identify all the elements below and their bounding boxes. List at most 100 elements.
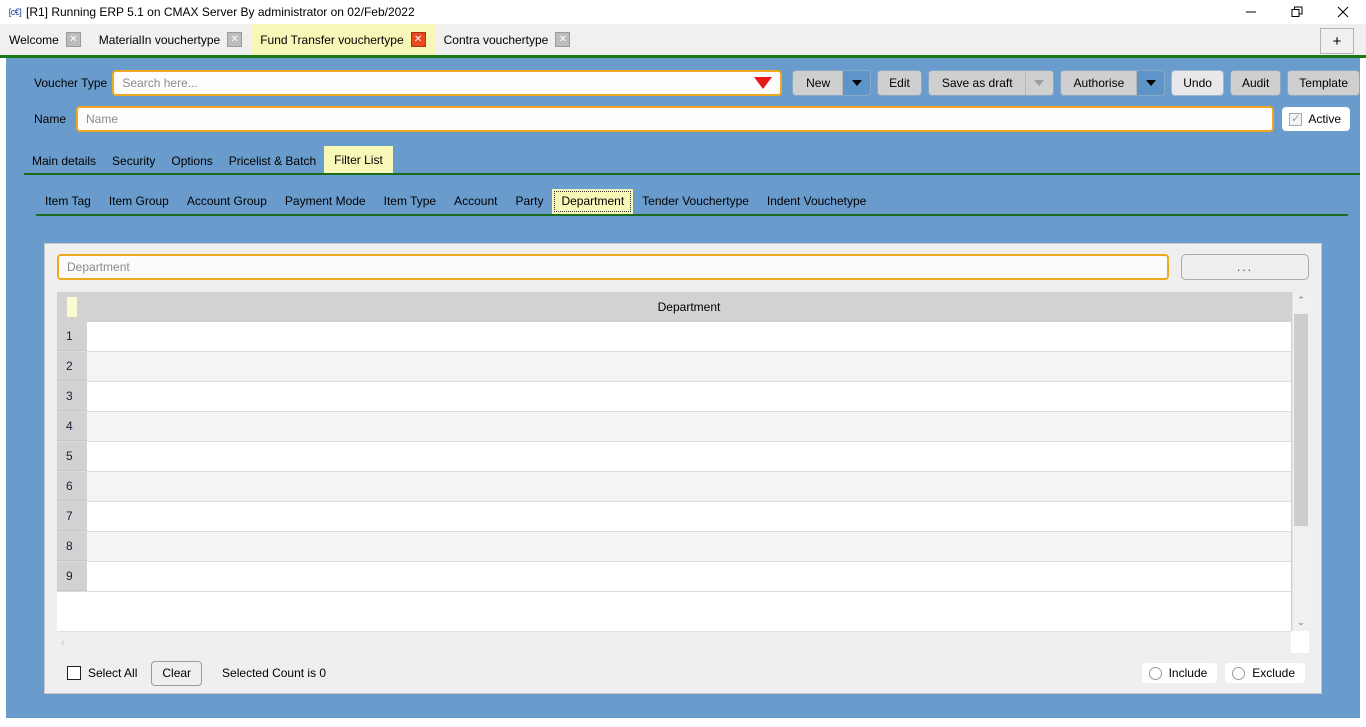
checkbox-check-icon: ✓ — [1289, 112, 1303, 126]
row-cell-department[interactable] — [87, 352, 1291, 381]
audit-button[interactable]: Audit — [1229, 70, 1282, 96]
exclude-label: Exclude — [1252, 666, 1295, 680]
table-row[interactable]: 6 — [57, 472, 1291, 502]
grid-vertical-scrollbar[interactable]: ⌃ ⌄ — [1292, 292, 1309, 631]
row-number: 2 — [57, 352, 87, 381]
tab-filter-list[interactable]: Filter List — [324, 146, 393, 173]
row-cell-department[interactable] — [87, 502, 1291, 531]
tab-close-icon[interactable]: ✕ — [555, 32, 571, 47]
tab-party[interactable]: Party — [506, 189, 552, 214]
tab-item-tag[interactable]: Item Tag — [36, 189, 100, 214]
radio-icon[interactable] — [1232, 666, 1246, 680]
row-cell-department[interactable] — [87, 472, 1291, 501]
row-number: 9 — [57, 562, 87, 591]
save-as-draft-dropdown-icon[interactable] — [1024, 71, 1053, 95]
name-placeholder: Name — [86, 112, 119, 126]
filter-subtabs: Item Tag Item Group Account Group Paymen… — [36, 189, 1348, 216]
scroll-down-icon[interactable]: ⌄ — [1293, 614, 1309, 631]
table-row[interactable]: 1 — [57, 322, 1291, 352]
table-row[interactable]: 5 — [57, 442, 1291, 472]
browse-button[interactable]: ... — [1181, 254, 1309, 280]
tab-main-details[interactable]: Main details — [24, 148, 104, 173]
active-checkbox[interactable]: ✓ Active — [1282, 107, 1350, 131]
template-button[interactable]: Template — [1287, 70, 1360, 96]
tab-options[interactable]: Options — [163, 148, 220, 173]
tab-close-icon[interactable]: ✕ — [410, 32, 426, 47]
row-number: 8 — [57, 532, 87, 561]
grid-column-header-department[interactable]: Department — [87, 300, 1291, 314]
select-all-checkbox[interactable]: Select All — [67, 666, 137, 680]
panel-footer: Select All Clear Selected Count is 0 Inc… — [45, 653, 1321, 693]
exclude-radio[interactable]: Exclude — [1225, 663, 1305, 683]
name-row: Name Name ✓ Active — [6, 96, 1360, 132]
tab-fund-transfer-vouchertype[interactable]: Fund Transfer vouchertype ✕ — [251, 24, 435, 55]
scrollbar-thumb[interactable] — [1294, 314, 1308, 526]
row-number: 3 — [57, 382, 87, 411]
window-title: [R1] Running ERP 5.1 on CMAX Server By a… — [26, 5, 415, 19]
row-cell-department[interactable] — [87, 322, 1291, 351]
tab-security[interactable]: Security — [104, 148, 163, 173]
minimize-icon[interactable] — [1228, 0, 1274, 24]
row-cell-department[interactable] — [87, 382, 1291, 411]
voucher-type-search-input[interactable]: Search here... — [112, 70, 783, 96]
row-cell-department[interactable] — [87, 532, 1291, 561]
edit-button[interactable]: Edit — [877, 70, 922, 96]
tab-pricelist-and-batch[interactable]: Pricelist & Batch — [221, 148, 324, 173]
tab-tender-vouchertype[interactable]: Tender Vouchertype — [633, 189, 758, 214]
window-titlebar: [c€] [R1] Running ERP 5.1 on CMAX Server… — [0, 0, 1366, 24]
row-cell-department[interactable] — [87, 412, 1291, 441]
table-row[interactable]: 2 — [57, 352, 1291, 382]
save-as-draft-label: Save as draft — [941, 76, 1013, 90]
department-filter-panel: Department ... Department 1 2 3 4 5 6 7 … — [44, 243, 1322, 694]
department-filter-input[interactable]: Department — [57, 254, 1169, 280]
tab-label: Fund Transfer vouchertype — [260, 32, 404, 47]
tab-account[interactable]: Account — [445, 189, 506, 214]
row-number: 4 — [57, 412, 87, 441]
new-tab-button[interactable]: + — [1320, 28, 1354, 54]
tab-welcome[interactable]: Welcome ✕ — [0, 24, 90, 55]
table-row[interactable]: 9 — [57, 562, 1291, 592]
tab-payment-mode[interactable]: Payment Mode — [276, 189, 375, 214]
tab-contra-vouchertype[interactable]: Contra vouchertype ✕ — [435, 24, 580, 55]
active-label: Active — [1308, 112, 1341, 126]
row-cell-department[interactable] — [87, 562, 1291, 591]
tab-materialin-vouchertype[interactable]: MaterialIn vouchertype ✕ — [90, 24, 251, 55]
search-placeholder: Search here... — [122, 76, 198, 90]
table-row[interactable]: 7 — [57, 502, 1291, 532]
tab-label: MaterialIn vouchertype — [98, 32, 221, 47]
checkbox-icon[interactable] — [67, 666, 81, 680]
save-as-draft-button[interactable]: Save as draft — [927, 70, 1054, 96]
tab-item-group[interactable]: Item Group — [100, 189, 178, 214]
table-row[interactable]: 8 — [57, 532, 1291, 562]
tab-item-type[interactable]: Item Type — [375, 189, 445, 214]
grid-body: 1 2 3 4 5 6 7 8 9 — [57, 322, 1291, 631]
window-controls — [1228, 0, 1366, 24]
chevron-down-icon[interactable] — [754, 77, 773, 89]
tab-close-icon[interactable]: ✕ — [227, 32, 243, 47]
tab-department[interactable]: Department — [552, 189, 634, 214]
name-input[interactable]: Name — [76, 106, 1275, 132]
grid-horizontal-scrollbar[interactable]: ‹ › — [57, 631, 1309, 653]
tab-account-group[interactable]: Account Group — [178, 189, 276, 214]
row-cell-department[interactable] — [87, 442, 1291, 471]
clear-button[interactable]: Clear — [151, 660, 203, 686]
scroll-up-icon[interactable]: ⌃ — [1293, 292, 1309, 309]
tab-label: Contra vouchertype — [443, 32, 549, 47]
scroll-left-icon[interactable]: ‹ — [61, 637, 65, 649]
tab-close-icon[interactable]: ✕ — [65, 32, 81, 47]
include-radio[interactable]: Include — [1141, 663, 1218, 683]
new-dropdown-icon[interactable] — [842, 71, 871, 95]
app-icon: [c€] — [8, 7, 22, 17]
undo-button[interactable]: Undo — [1171, 70, 1224, 96]
radio-icon[interactable] — [1148, 666, 1162, 680]
close-icon[interactable] — [1320, 0, 1366, 24]
restore-icon[interactable] — [1274, 0, 1320, 24]
table-row[interactable]: 4 — [57, 412, 1291, 442]
row-marker-header — [57, 292, 87, 322]
new-button[interactable]: New — [792, 70, 872, 96]
tab-indent-vouchetype[interactable]: Indent Vouchetype — [758, 189, 875, 214]
authorise-dropdown-icon[interactable] — [1136, 71, 1165, 95]
include-exclude-group: Include Exclude — [1141, 663, 1305, 683]
table-row[interactable]: 3 — [57, 382, 1291, 412]
authorise-button[interactable]: Authorise — [1059, 70, 1166, 96]
